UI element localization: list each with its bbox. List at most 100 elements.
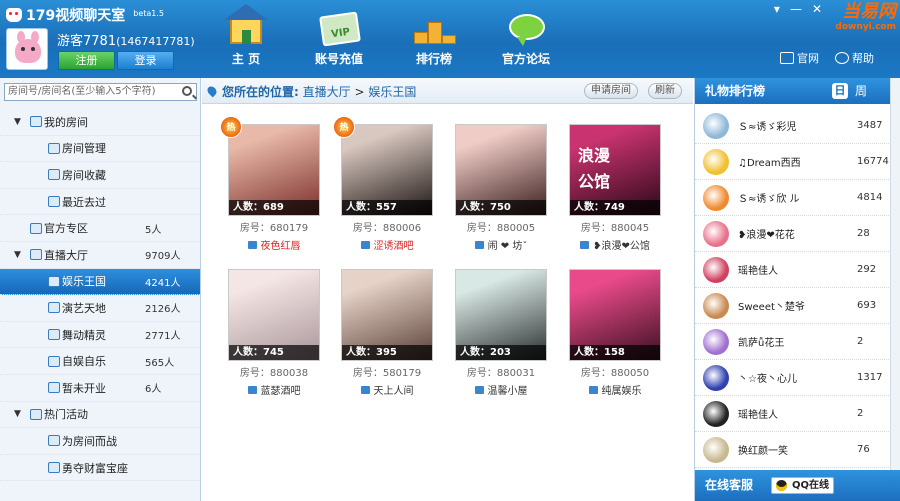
room-thumbnail[interactable]: 人数：689: [228, 124, 320, 216]
help-link[interactable]: 帮助: [835, 50, 874, 66]
sidebar-item[interactable]: ▼ 热门活动: [0, 402, 200, 429]
ranking-row[interactable]: 凯萨ǚ花王 2: [695, 324, 900, 360]
sidebar-item-label: 房间收藏: [62, 168, 106, 182]
sidebar-item[interactable]: 娱乐王国 4241人: [0, 268, 200, 296]
room-card[interactable]: 人数：395 房号：580179 天上人间: [341, 269, 433, 397]
room-card[interactable]: 人数：557 热房号：880006 涩诱酒吧: [333, 116, 433, 252]
room-name[interactable]: 纯属娱乐: [569, 382, 661, 397]
official-site-link[interactable]: 官网: [780, 50, 819, 66]
room-number: 房号：880005: [466, 223, 536, 234]
room-category-icon: [48, 355, 60, 367]
room-thumbnail[interactable]: 人数：745: [228, 269, 320, 361]
ranking-value: 4814: [857, 192, 883, 203]
breadcrumb-current: 娱乐王国: [368, 85, 417, 99]
room-number: 房号：880045: [580, 223, 650, 234]
breadcrumb-parent[interactable]: 直播大厅: [303, 85, 351, 99]
room-thumbnail[interactable]: 人数：750: [455, 124, 547, 216]
ranking-row[interactable]: 瑶艳佳人 2: [695, 396, 900, 432]
minimize-button[interactable]: ▾: [774, 2, 780, 16]
service-label: 在线客服: [705, 478, 754, 492]
chevron-down-icon[interactable]: ▼: [14, 250, 21, 260]
room-card[interactable]: 人数：745 房号：880038 蓝瑟酒吧: [228, 269, 320, 397]
room-card[interactable]: 人数：158 房号：880050 纯属娱乐: [569, 269, 661, 397]
nav-ranking-label: 排行榜: [415, 52, 452, 66]
ranking-row[interactable]: Ｓ≈诱ゞ欣 ル 4814: [695, 180, 900, 216]
minimize-icon[interactable]: —: [790, 2, 802, 16]
search-input[interactable]: 房间号/房间名(至少输入5个字符): [4, 83, 197, 101]
room-thumbnail[interactable]: 人数：557: [341, 124, 433, 216]
week-tab[interactable]: 周: [855, 78, 867, 104]
avatar[interactable]: [6, 28, 48, 70]
login-button[interactable]: 登录: [117, 51, 174, 70]
thumbnail-text: 浪漫公馆: [578, 146, 611, 191]
sidebar-item[interactable]: 房间管理: [0, 136, 200, 163]
chevron-down-icon[interactable]: ▼: [14, 117, 21, 127]
room-category-icon: [48, 435, 60, 447]
room-name[interactable]: 夜色红唇: [228, 237, 320, 252]
chevron-down-icon[interactable]: ▼: [14, 409, 21, 419]
sidebar-item[interactable]: 勇夺财富宝座: [0, 455, 200, 482]
gift-icon: [703, 220, 729, 247]
ranking-row[interactable]: ❥浪漫❤花花 28: [695, 216, 900, 252]
sidebar-item[interactable]: 房间收藏: [0, 162, 200, 189]
room-category-icon: [30, 408, 42, 420]
room-category-icon: [48, 169, 60, 181]
watermark-sub: downyi.com: [835, 22, 896, 32]
nav-forum[interactable]: 官方论坛: [486, 8, 566, 67]
gift-icon: [703, 112, 729, 139]
sidebar-item-count: 565人: [145, 357, 175, 369]
room-name[interactable]: 涩诱酒吧: [341, 237, 433, 252]
app-title: 179视频聊天室 beta1.5: [6, 5, 164, 25]
sidebar-item[interactable]: 官方专区 5人: [0, 215, 200, 242]
close-button[interactable]: ✕: [812, 2, 822, 16]
room-thumbnail[interactable]: 浪漫公馆 人数：749: [569, 124, 661, 216]
day-tab[interactable]: 日: [832, 83, 848, 99]
sidebar-item[interactable]: 自娱自乐 565人: [0, 348, 200, 375]
beta-label: beta1.5: [133, 8, 164, 18]
search-icon[interactable]: [182, 86, 192, 96]
nav-ranking[interactable]: 排行榜: [394, 8, 474, 67]
ranking-name: 瑶艳佳人: [738, 266, 778, 277]
room-thumbnail[interactable]: 人数：158: [569, 269, 661, 361]
apply-room-button[interactable]: 申请房间: [584, 83, 638, 99]
room-name[interactable]: 天上人间: [341, 382, 433, 397]
room-thumbnail[interactable]: 人数：395: [341, 269, 433, 361]
sidebar: 房间号/房间名(至少输入5个字符) ▼ 我的房间 房间管理房间收藏最近去过 官方专区 5…: [0, 78, 201, 501]
nav-home[interactable]: 主 页: [206, 4, 286, 67]
ranking-name: ❥浪漫❤花花: [738, 230, 795, 241]
room-card[interactable]: 人数：750 房号：880005 闹 ❤ 坊ˇ: [455, 124, 547, 252]
room-name[interactable]: 闹 ❤ 坊ˇ: [455, 237, 547, 252]
ranking-row[interactable]: Ｓ≈诱ゞ彩児 3487: [695, 108, 900, 144]
sidebar-item[interactable]: ▼ 我的房间: [0, 109, 200, 136]
room-name-text: 蓝瑟酒吧: [260, 386, 301, 397]
room-thumbnail[interactable]: 人数：203: [455, 269, 547, 361]
sidebar-item[interactable]: 为房间而战: [0, 428, 200, 455]
ranking-row[interactable]: 换红颜一笑 76: [695, 432, 900, 468]
register-button[interactable]: 注册: [58, 51, 115, 70]
room-tree: ▼ 我的房间 房间管理房间收藏最近去过 官方专区 5人 ▼ 直播大厅 9709人 娱乐王国 424…: [0, 109, 200, 482]
room-category-icon: [48, 142, 60, 154]
ranking-row[interactable]: ♫Dream西西 16774: [695, 144, 900, 180]
app-logo-icon: [6, 8, 22, 22]
gift-icon: [703, 184, 729, 211]
room-name[interactable]: 蓝瑟酒吧: [228, 382, 320, 397]
gift-icon: [703, 256, 729, 283]
qq-online-button[interactable]: QQ在线: [771, 477, 835, 494]
sidebar-item[interactable]: 演艺天地 2126人: [0, 295, 200, 322]
room-name[interactable]: ❥浪漫❤公馆: [569, 237, 661, 252]
sidebar-item[interactable]: 暂未开业 6人: [0, 375, 200, 402]
room-card[interactable]: 浪漫公馆 人数：749 房号：880045 ❥浪漫❤公馆: [569, 124, 661, 252]
nav-recharge[interactable]: VIP 账号充值: [299, 8, 379, 67]
sidebar-item[interactable]: ▼ 直播大厅 9709人: [0, 242, 200, 269]
ranking-row[interactable]: 丶☆夜丶心儿 1317: [695, 360, 900, 396]
refresh-button[interactable]: 刷新: [648, 83, 682, 99]
sidebar-item[interactable]: 舞动精灵 2771人: [0, 322, 200, 349]
ranking-row[interactable]: Sweeet丶楚爷 693: [695, 288, 900, 324]
room-name[interactable]: 温馨小屋: [455, 382, 547, 397]
room-card[interactable]: 人数：203 房号：880031 温馨小屋: [455, 269, 547, 397]
room-name-text: ❥浪漫❤公馆: [593, 241, 650, 252]
ranking-row[interactable]: 瑶艳佳人 292: [695, 252, 900, 288]
ranking-scrollbar[interactable]: [890, 78, 900, 470]
room-card[interactable]: 人数：689 热房号：680179 夜色红唇: [220, 116, 320, 252]
sidebar-item[interactable]: 最近去过: [0, 189, 200, 216]
